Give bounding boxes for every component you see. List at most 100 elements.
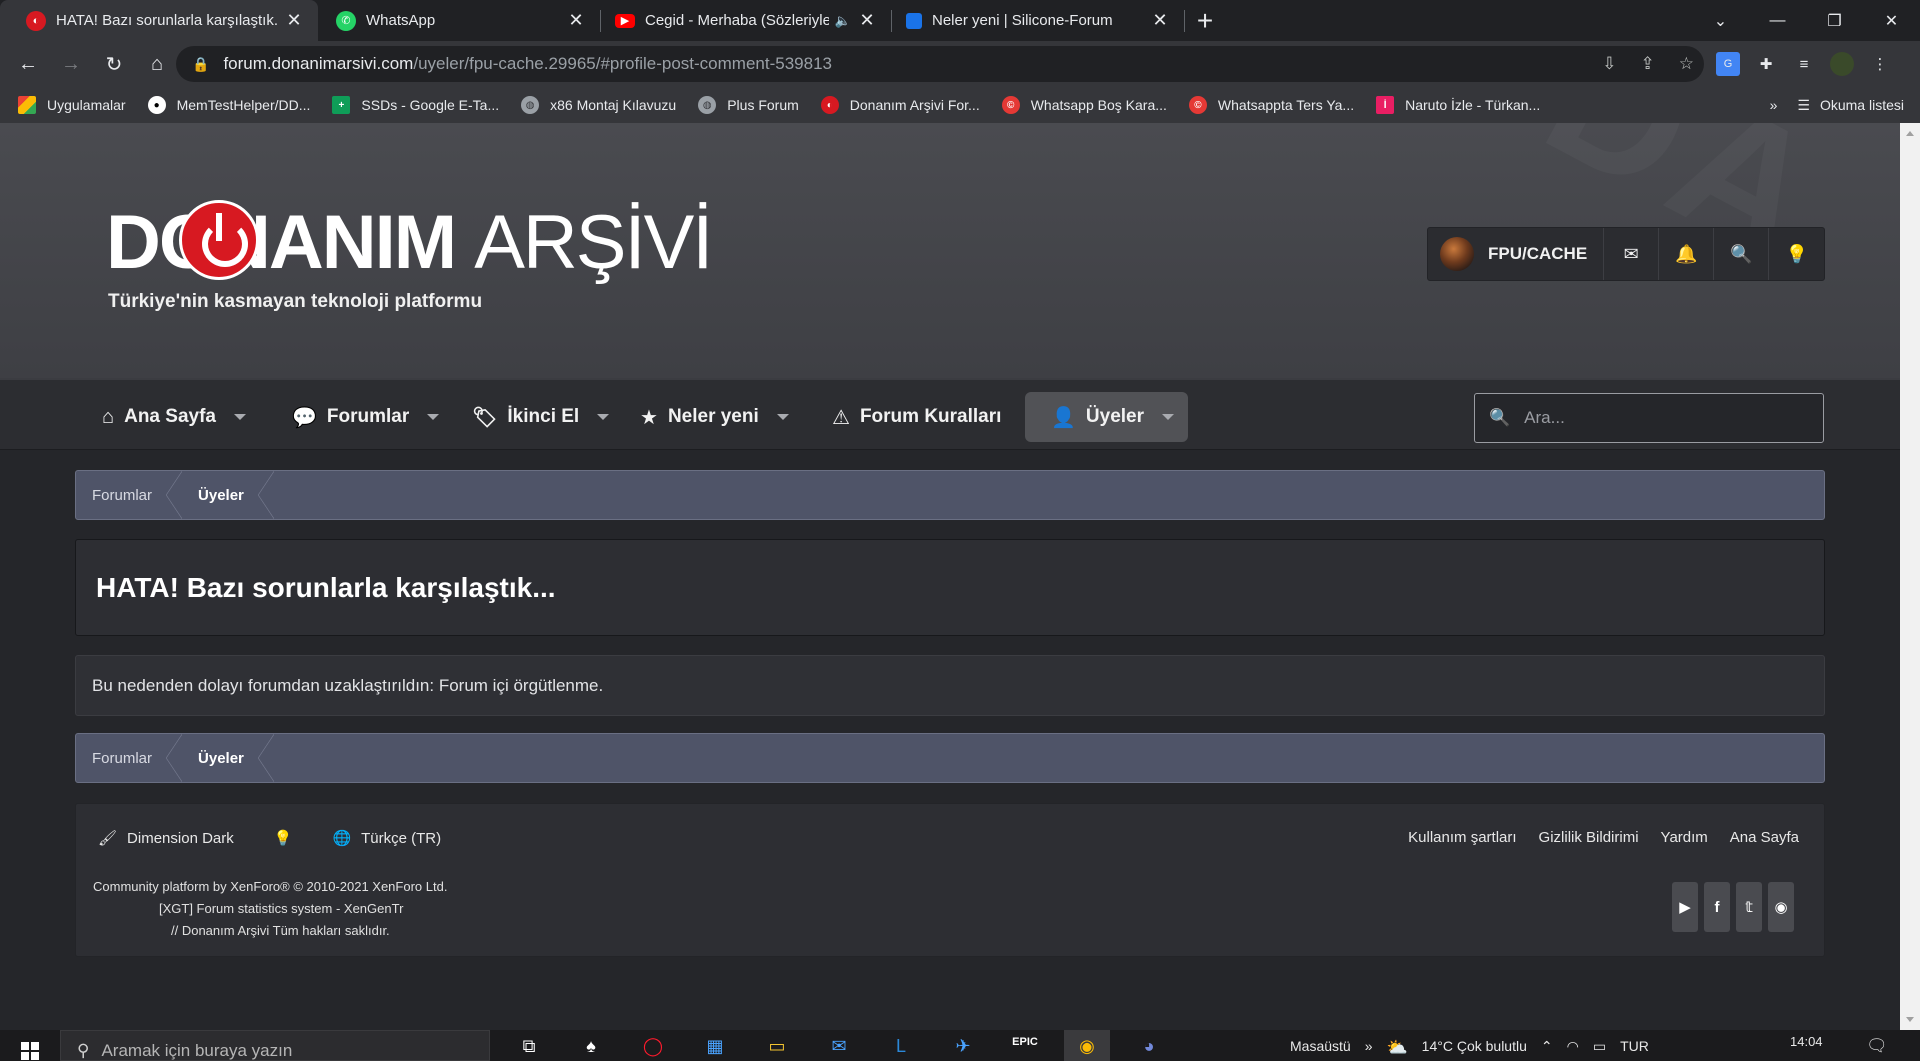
file-explorer-icon[interactable]: ▭ — [754, 1030, 800, 1061]
browser-tab-3[interactable]: ▶ Cegid - Merhaba (Sözleriyle) 🔈 ✕ — [601, 0, 891, 41]
account-button[interactable]: FPU/CACHE — [1428, 228, 1605, 280]
browser-tab-2[interactable]: ✆ WhatsApp ✕ — [318, 0, 600, 41]
footer-link-help[interactable]: Yardım — [1661, 829, 1708, 846]
browser-tab-4[interactable]: Neler yeni | Silicone-Forum ✕ — [892, 0, 1184, 41]
bookmark-item[interactable]: Uygulamalar — [18, 96, 126, 114]
browser-tab-1[interactable]: ◐ HATA! Bazı sorunlarla karşılaştık... ✕ — [0, 0, 318, 41]
close-window-icon[interactable]: ✕ — [1863, 0, 1920, 41]
close-tab-icon[interactable]: ✕ — [857, 10, 877, 31]
start-button[interactable] — [0, 1030, 60, 1061]
bookmark-item[interactable]: ◐ Donanım Arşivi For... — [820, 96, 980, 114]
style-variation-button[interactable]: 💡 — [274, 829, 293, 847]
nav-second-hand[interactable]: 🏷 İkinci El — [460, 392, 621, 442]
share-icon[interactable]: ⇪ — [1641, 54, 1655, 74]
menu-kebab-icon[interactable]: ⋮ — [1868, 52, 1892, 76]
back-icon[interactable]: ← — [8, 44, 48, 84]
translate-extension-icon[interactable]: G — [1716, 52, 1740, 76]
alerts-button[interactable]: 🔔 — [1659, 228, 1715, 280]
site-icon: İ — [1376, 96, 1395, 114]
close-tab-icon[interactable]: ✕ — [284, 10, 304, 31]
youtube-icon[interactable]: ▶ — [1672, 882, 1698, 932]
tray-chevron-up-icon[interactable]: ⌃ — [1541, 1038, 1553, 1055]
epic-games-icon[interactable]: EPIC — [1002, 1030, 1048, 1061]
battery-icon[interactable]: ▭ — [1593, 1038, 1606, 1055]
toolbar-expand-icon[interactable]: » — [1365, 1038, 1373, 1054]
discord-taskbar-icon[interactable]: ◕ — [1126, 1030, 1172, 1061]
lock-icon[interactable]: 🔒 — [192, 56, 209, 73]
reload-icon[interactable]: ↻ — [94, 44, 134, 84]
inbox-button[interactable]: ✉ — [1604, 228, 1660, 280]
breadcrumb-members[interactable]: Üyeler — [174, 471, 274, 519]
breadcrumb-members[interactable]: Üyeler — [174, 734, 274, 782]
media-control-icon[interactable]: ≡ — [1792, 52, 1816, 76]
chevron-down-icon[interactable] — [597, 414, 610, 420]
twitter-icon[interactable]: 𝕥 — [1736, 882, 1762, 932]
bookmark-item[interactable]: İ Naruto İzle - Türkan... — [1376, 96, 1540, 114]
style-toggle-button[interactable]: 💡 — [1769, 228, 1824, 280]
chevron-down-icon[interactable] — [1162, 414, 1175, 420]
discord-icon[interactable]: ◉ — [1768, 882, 1794, 932]
forward-icon[interactable]: → — [51, 44, 91, 84]
language-chooser-button[interactable]: 🌐 Türkçe (TR) — [332, 829, 441, 848]
tab-search-icon[interactable]: ⌄ — [1692, 0, 1749, 41]
speaker-icon[interactable]: 🔈 — [835, 13, 851, 29]
taskbar-search-input[interactable]: ⚲ Aramak için buraya yazın — [60, 1030, 490, 1061]
mail-icon[interactable]: ✉ — [816, 1030, 862, 1061]
close-tab-icon[interactable]: ✕ — [1150, 10, 1170, 31]
scroll-down-icon[interactable] — [1906, 1017, 1914, 1022]
bookmark-item[interactable]: ◍ x86 Montaj Kılavuzu — [521, 96, 676, 114]
more-bookmarks-button[interactable]: » — [1770, 97, 1778, 113]
bookmark-star-icon[interactable]: ☆ — [1679, 54, 1694, 74]
site-logo[interactable]: DONANIM ARŞİVİ Türkiye'nin kasmayan tekn… — [106, 198, 713, 318]
wifi-icon[interactable]: ◠ — [1567, 1038, 1579, 1055]
solitaire-icon[interactable]: ♠ — [568, 1030, 614, 1061]
style-chooser-button[interactable]: 🖌 Dimension Dark — [98, 829, 234, 848]
restore-icon[interactable]: ❐ — [1806, 0, 1863, 41]
nav-forums[interactable]: 💬 Forumlar — [280, 392, 451, 442]
weather-text[interactable]: 14°C Çok bulutlu — [1422, 1038, 1527, 1054]
footer-link-terms[interactable]: Kullanım şartları — [1408, 829, 1516, 846]
install-app-icon[interactable]: ⇩ — [1602, 54, 1616, 74]
new-tab-button[interactable]: + — [1185, 0, 1225, 41]
minimize-icon[interactable]: — — [1749, 0, 1806, 41]
breadcrumb-forums[interactable]: Forumlar — [76, 471, 183, 519]
search-button[interactable]: 🔍 — [1714, 228, 1770, 280]
app-tool-icon[interactable]: ✈ — [940, 1030, 986, 1061]
bookmark-item[interactable]: ◍ Plus Forum — [698, 96, 799, 114]
facebook-icon[interactable]: f — [1704, 882, 1730, 932]
bookmark-item[interactable]: © Whatsapp Boş Kara... — [1001, 96, 1167, 114]
footer-link-privacy[interactable]: Gizlilik Bildirimi — [1539, 829, 1639, 846]
breadcrumb-forums[interactable]: Forumlar — [76, 734, 183, 782]
opera-icon[interactable]: ◯ — [630, 1030, 676, 1061]
bookmark-item[interactable]: ● MemTestHelper/DD... — [147, 96, 310, 114]
reading-list-button[interactable]: ☰ Okuma listesi — [1797, 97, 1904, 114]
footer-link-home[interactable]: Ana Sayfa — [1730, 829, 1799, 846]
nav-whats-new[interactable]: ★ Neler yeni — [628, 392, 801, 442]
chevron-down-icon[interactable] — [427, 414, 440, 420]
scroll-up-icon[interactable] — [1906, 131, 1914, 136]
notifications-icon[interactable]: 🗨 — [1866, 1036, 1888, 1056]
chevron-down-icon[interactable] — [233, 414, 246, 420]
page-viewport: DA DONANIM ARŞİVİ Türkiye'nin kasmayan t… — [0, 123, 1900, 1030]
bookmark-item[interactable]: © Whatsappta Ters Ya... — [1188, 96, 1354, 114]
input-language[interactable]: TUR — [1620, 1038, 1649, 1054]
app-l-icon[interactable]: L — [878, 1030, 924, 1061]
task-view-icon[interactable]: ⧉ — [506, 1030, 552, 1061]
desktop-toolbar-label[interactable]: Masaüstü — [1290, 1038, 1351, 1054]
nav-label: Üyeler — [1085, 406, 1145, 427]
nav-members[interactable]: 👤 Üyeler — [1025, 392, 1189, 442]
nav-home[interactable]: ⌂ Ana Sayfa — [90, 392, 258, 442]
close-tab-icon[interactable]: ✕ — [566, 10, 586, 31]
bookmark-item[interactable]: + SSDs - Google E-Ta... — [332, 96, 499, 114]
chevron-down-icon[interactable] — [776, 414, 789, 420]
nav-forum-rules[interactable]: ⚠ Forum Kuralları — [820, 392, 1013, 442]
store-icon[interactable]: ▦ — [692, 1030, 738, 1061]
home-browser-icon[interactable]: ⌂ — [137, 44, 177, 84]
extensions-puzzle-icon[interactable]: ✚ — [1754, 52, 1778, 76]
clock[interactable]: 14:04 — [1790, 1034, 1823, 1049]
address-bar[interactable]: 🔒 forum.donanimarsivi.com/uyeler/fpu-cac… — [176, 46, 1704, 82]
profile-avatar-icon[interactable] — [1830, 52, 1854, 76]
chrome-icon[interactable]: ◉ — [1064, 1030, 1110, 1061]
search-input[interactable]: 🔍 Ara... — [1474, 393, 1824, 443]
page-scrollbar[interactable] — [1900, 123, 1920, 1030]
